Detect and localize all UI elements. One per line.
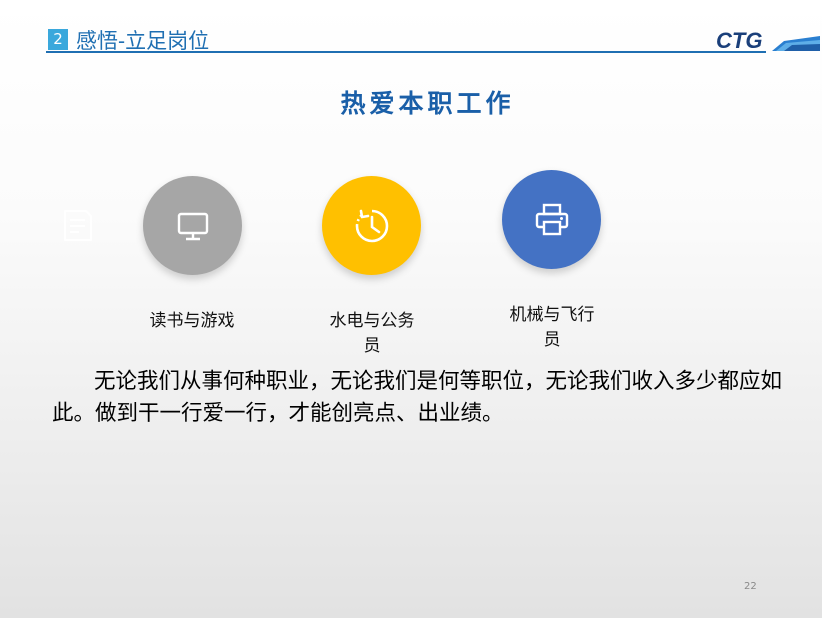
item-label-line2: 员 (363, 336, 381, 356)
item-label-line1: 水电与公务 (329, 311, 415, 331)
item-label-line2: 员 (543, 330, 561, 350)
monitor-icon (177, 212, 208, 240)
main-title: 热爱本职工作 (340, 89, 515, 118)
section-number-badge: 2 (48, 29, 68, 50)
clock-icon (355, 209, 388, 242)
item-label-utilities-civil: 水电与公务 员 (312, 309, 432, 359)
ctg-logo: CTG (716, 28, 763, 53)
body-paragraph: 无论我们从事何种职业，无论我们是何等职位，无论我们收入多少都应如此。做到干一行爱… (52, 369, 783, 426)
utilities-civil-circle (322, 176, 421, 275)
item-label-reading-gaming: 读书与游戏 (132, 309, 252, 334)
header-divider (46, 51, 766, 53)
item-label-line1: 机械与飞行 (509, 305, 595, 325)
document-icon (64, 210, 92, 241)
item-label-line1: 读书与游戏 (149, 311, 235, 331)
printer-icon (535, 203, 568, 235)
mechanic-pilot-circle (502, 170, 601, 269)
reading-gaming-circle (143, 176, 242, 275)
item-label-mechanic-pilot: 机械与飞行 员 (492, 303, 612, 353)
logo-swoosh-icon (772, 36, 820, 51)
page-number: 22 (744, 581, 757, 592)
